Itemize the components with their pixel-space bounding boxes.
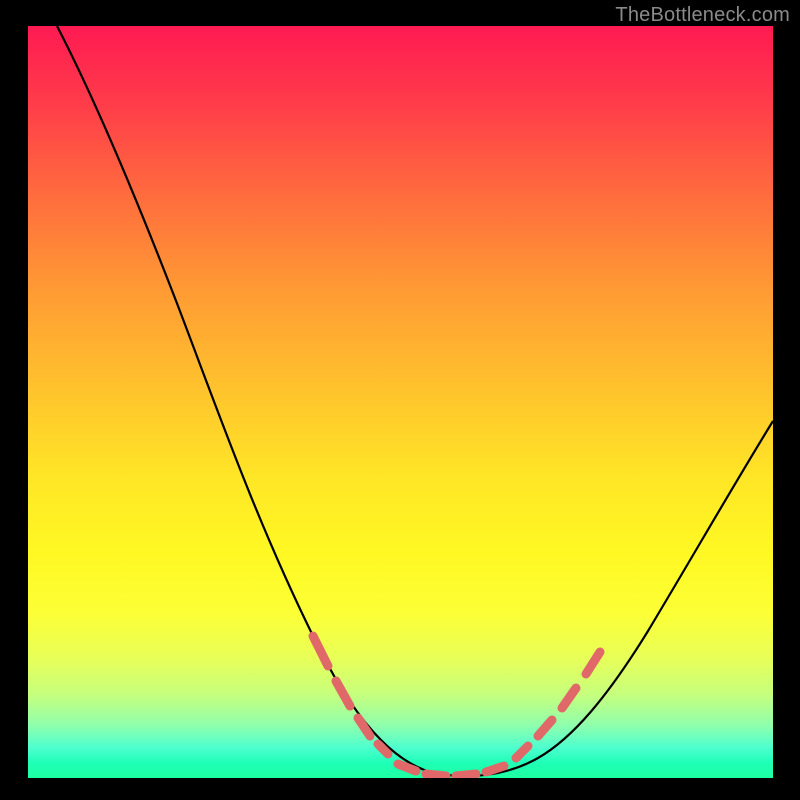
highlight-right-ascent: [516, 652, 600, 758]
plot-area: [28, 26, 773, 778]
chart-frame: TheBottleneck.com: [0, 0, 800, 800]
curve-layer: [28, 26, 773, 778]
watermark-text: TheBottleneck.com: [615, 4, 790, 27]
highlight-valley: [398, 764, 504, 776]
bottleneck-curve: [57, 26, 773, 776]
